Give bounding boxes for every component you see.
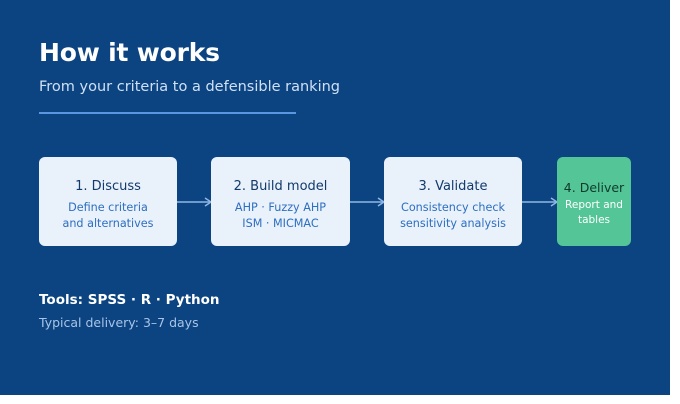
page-subtitle: From your criteria to a defensible ranki… xyxy=(39,79,341,95)
step-description-line: Consistency check xyxy=(401,201,505,214)
step-card-validate: 3. Validate Consistency check sensitivit… xyxy=(384,157,522,246)
step-title: 1. Discuss xyxy=(75,179,141,194)
step-title: 2. Build model xyxy=(233,179,328,194)
step-description-line: and alternatives xyxy=(62,217,154,230)
step-description-line: ISM · MICMAC xyxy=(242,217,319,230)
step-title: 4. Deliver xyxy=(563,180,625,195)
slide-background: How it works From your criteria to a def… xyxy=(0,0,670,395)
arrow-right-icon xyxy=(522,197,559,207)
delivery-text: Typical delivery: 3–7 days xyxy=(39,315,199,330)
page-title: How it works xyxy=(39,38,220,67)
tools-text: Tools: SPSS · R · Python xyxy=(39,292,220,308)
arrow-right-icon xyxy=(350,197,386,207)
step-description-line: Report and xyxy=(565,199,623,211)
step-description-line: sensitivity analysis xyxy=(400,217,506,230)
step-card-build-model: 2. Build model AHP · Fuzzy AHP ISM · MIC… xyxy=(211,157,350,246)
arrow-right-icon xyxy=(177,197,213,207)
step-description-line: tables xyxy=(577,214,611,226)
step-card-discuss: 1. Discuss Define criteria and alternati… xyxy=(39,157,177,246)
step-title: 3. Validate xyxy=(418,179,488,194)
step-description-line: Define criteria xyxy=(68,201,148,214)
step-description: Report and tables xyxy=(557,198,631,228)
step-description: AHP · Fuzzy AHP ISM · MICMAC xyxy=(211,200,350,232)
step-card-deliver: 4. Deliver Report and tables xyxy=(557,157,631,246)
step-description-line: AHP · Fuzzy AHP xyxy=(234,201,327,214)
title-underline xyxy=(39,112,296,114)
step-description: Consistency check sensitivity analysis xyxy=(384,200,522,232)
step-description: Define criteria and alternatives xyxy=(39,200,177,232)
